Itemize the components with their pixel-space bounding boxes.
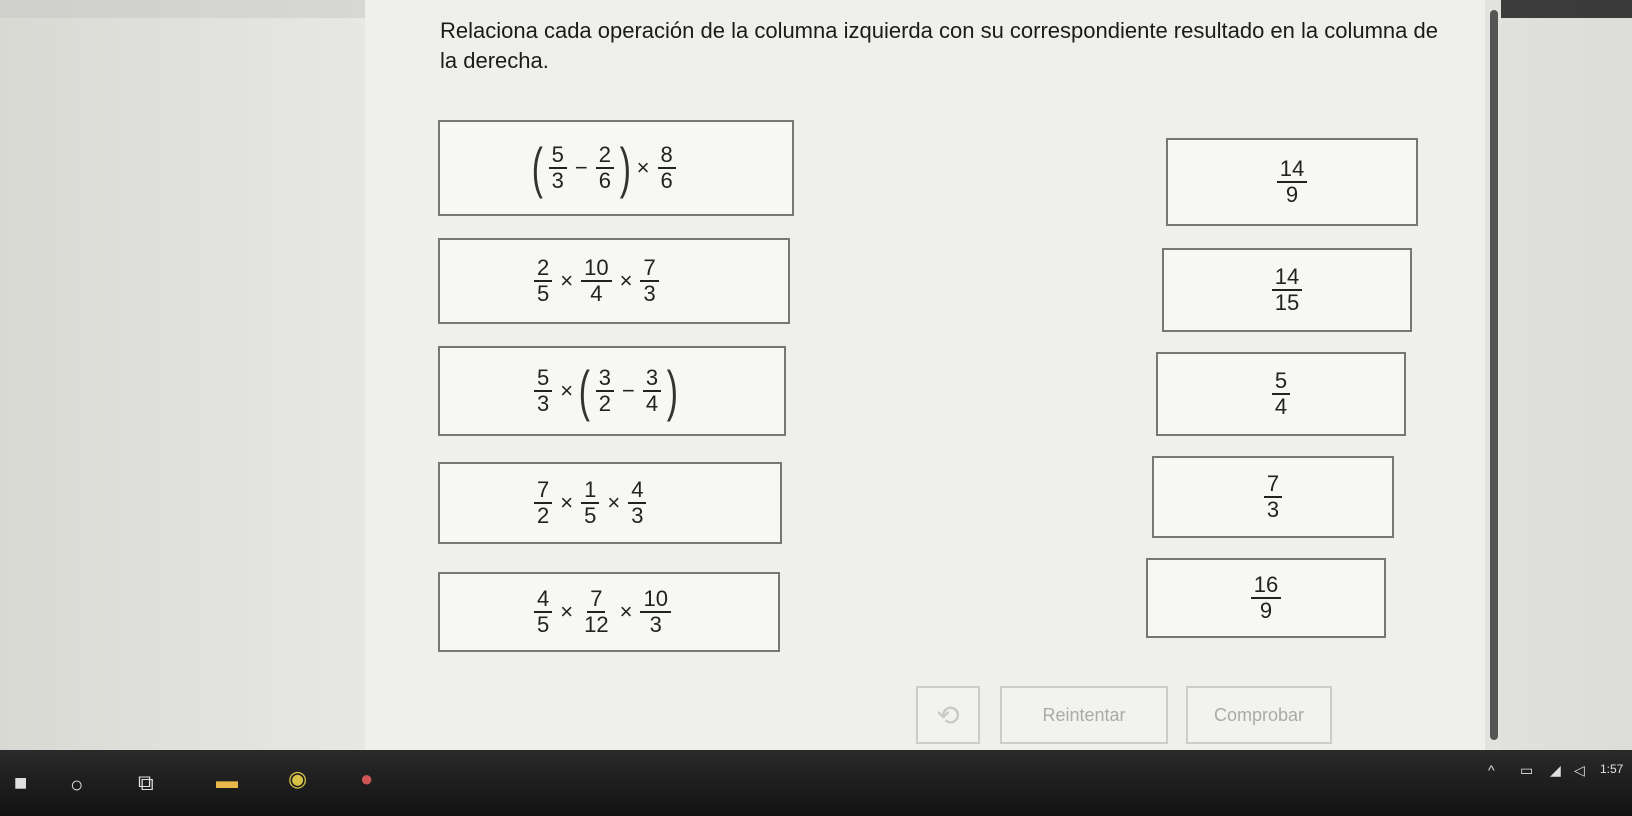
result-fraction: 73 xyxy=(1263,472,1283,522)
search-icon[interactable]: ○ xyxy=(70,772,83,798)
left-item-5[interactable]: 45 × 7 12 × 10 3 xyxy=(438,572,780,652)
network-icon[interactable]: ◢ xyxy=(1550,762,1561,779)
result-fraction: 14 15 xyxy=(1271,265,1303,315)
expression: 45 × 7 12 × 10 3 xyxy=(530,587,675,637)
task-view-icon[interactable]: ⧉ xyxy=(138,770,154,796)
retry-button[interactable]: Reintentar xyxy=(1000,686,1168,744)
right-item-3[interactable]: 54 xyxy=(1156,352,1406,436)
left-item-4[interactable]: 72 × 15 × 43 xyxy=(438,462,782,544)
left-item-2[interactable]: 25 × 10 4 × 73 xyxy=(438,238,790,324)
expression: 25 × 10 4 × 73 xyxy=(530,256,663,306)
result-fraction: 14 9 xyxy=(1276,157,1308,207)
undo-icon: ⟲ xyxy=(936,699,960,731)
scrollbar-thumb[interactable] xyxy=(1490,10,1498,740)
undo-button[interactable]: ⟲ xyxy=(916,686,980,744)
taskbar xyxy=(0,750,1632,816)
expression: ( 53 − 26 ) × 86 xyxy=(530,140,680,196)
result-fraction: 16 9 xyxy=(1250,573,1282,623)
left-item-3[interactable]: 53 × ( 32 − 34 ) xyxy=(438,346,786,436)
left-item-1[interactable]: ( 53 − 26 ) × 86 xyxy=(438,120,794,216)
windows-start-icon[interactable]: ■ xyxy=(14,770,27,796)
right-item-4[interactable]: 73 xyxy=(1152,456,1394,538)
result-fraction: 54 xyxy=(1271,369,1291,419)
check-button[interactable]: Comprobar xyxy=(1186,686,1332,744)
clock[interactable]: 1:57 xyxy=(1600,762,1623,776)
battery-icon[interactable]: ▭ xyxy=(1520,762,1533,779)
instructions-text: Relaciona cada operación de la columna i… xyxy=(440,18,1438,73)
expression: 72 × 15 × 43 xyxy=(530,478,650,528)
chrome-icon[interactable]: ◉ xyxy=(288,766,307,792)
file-explorer-icon[interactable]: ▬ xyxy=(216,768,238,794)
right-item-2[interactable]: 14 15 xyxy=(1162,248,1412,332)
volume-icon[interactable]: ◁ xyxy=(1574,762,1585,779)
right-item-5[interactable]: 16 9 xyxy=(1146,558,1386,638)
tray-chevron-icon[interactable]: ^ xyxy=(1488,762,1495,778)
app-icon[interactable]: ● xyxy=(360,766,373,792)
expression: 53 × ( 32 − 34 ) xyxy=(530,363,680,419)
right-item-1[interactable]: 14 9 xyxy=(1166,138,1418,226)
